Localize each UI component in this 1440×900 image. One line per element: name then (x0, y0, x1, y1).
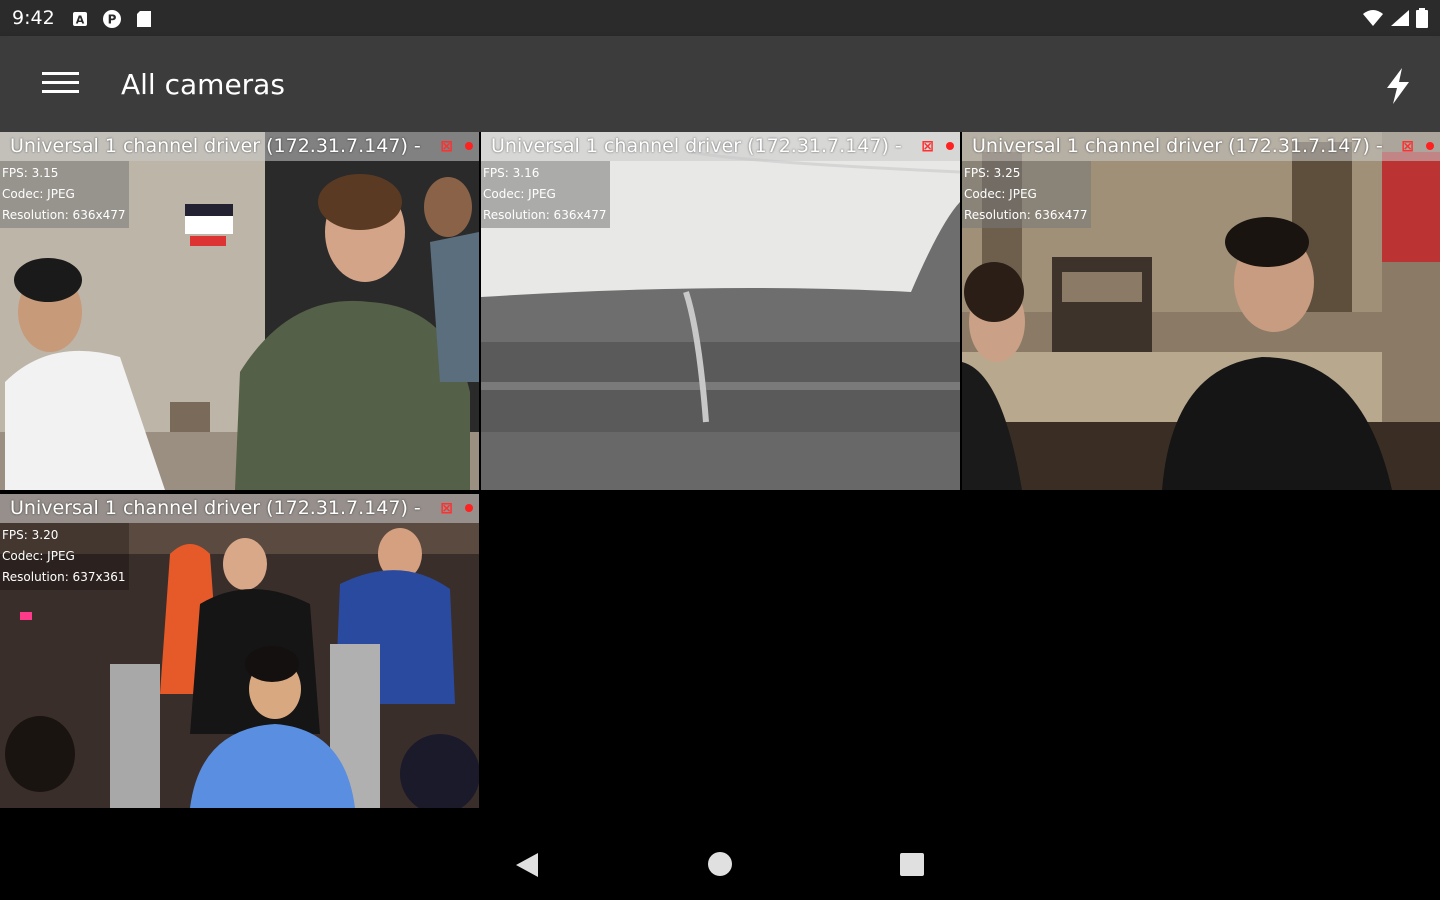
camera-title: Universal 1 channel driver (172.31.7.147… (10, 135, 421, 157)
camera-grid: Universal 1 channel driver (172.31.7.147… (0, 132, 1440, 808)
status-bar: 9:42 A P (0, 0, 1440, 36)
camera-tile-3[interactable]: Universal 1 channel driver (172.31.7.147… (962, 132, 1440, 490)
record-mode-icon: ⊠ (1401, 137, 1414, 155)
camera-title: Universal 1 channel driver (172.31.7.147… (10, 497, 421, 519)
codec-label: Codec: JPEG (964, 187, 1037, 201)
a-badge-icon: A (72, 11, 88, 31)
resolution-label: Resolution: 636x477 (483, 208, 607, 222)
back-icon[interactable] (514, 851, 540, 883)
camera-title: Universal 1 channel driver (172.31.7.147… (972, 135, 1383, 157)
fps-label: FPS: 3.15 (2, 166, 59, 180)
camera-tile-1[interactable]: Universal 1 channel driver (172.31.7.147… (0, 132, 479, 490)
app-bar: All cameras (0, 36, 1440, 132)
fps-label: FPS: 3.16 (483, 166, 540, 180)
recording-indicator-icon (465, 504, 473, 512)
resolution-label: Resolution: 636x477 (2, 208, 126, 222)
svg-text:P: P (108, 13, 117, 27)
sd-card-icon (136, 10, 152, 32)
p-circle-icon: P (102, 9, 122, 33)
camera-title: Universal 1 channel driver (172.31.7.147… (491, 135, 902, 157)
home-icon[interactable] (708, 852, 732, 876)
cell-signal-icon (1390, 9, 1410, 31)
record-mode-icon: ⊠ (921, 137, 934, 155)
fps-label: FPS: 3.20 (2, 528, 59, 542)
stream-info: FPS: 3.20 Codec: JPEG Resolution: 637x36… (0, 523, 130, 590)
camera-tile-2[interactable]: Universal 1 channel driver (172.31.7.147… (481, 132, 960, 490)
wifi-icon (1362, 9, 1384, 31)
recording-indicator-icon (1426, 142, 1434, 150)
codec-label: Codec: JPEG (483, 187, 556, 201)
resolution-label: Resolution: 636x477 (964, 208, 1088, 222)
hamburger-menu-icon[interactable] (36, 66, 84, 102)
resolution-label: Resolution: 637x361 (2, 570, 126, 584)
status-time: 9:42 (12, 7, 55, 29)
recording-indicator-icon (946, 142, 954, 150)
battery-icon (1416, 8, 1428, 32)
fps-label: FPS: 3.25 (964, 166, 1021, 180)
camera-tile-4[interactable]: Universal 1 channel driver (172.31.7.147… (0, 494, 479, 808)
svg-text:A: A (76, 14, 85, 27)
codec-label: Codec: JPEG (2, 187, 75, 201)
codec-label: Codec: JPEG (2, 549, 75, 563)
navigation-bar (0, 808, 1440, 900)
record-mode-icon: ⊠ (440, 137, 453, 155)
stream-info: FPS: 3.25 Codec: JPEG Resolution: 636x47… (962, 161, 1092, 228)
page-title: All cameras (121, 68, 285, 101)
stream-info: FPS: 3.16 Codec: JPEG Resolution: 636x47… (481, 161, 611, 228)
record-mode-icon: ⊠ (440, 499, 453, 517)
flash-icon[interactable] (1378, 66, 1418, 106)
recents-icon[interactable] (900, 853, 924, 876)
recording-indicator-icon (465, 142, 473, 150)
stream-info: FPS: 3.15 Codec: JPEG Resolution: 636x47… (0, 161, 130, 228)
